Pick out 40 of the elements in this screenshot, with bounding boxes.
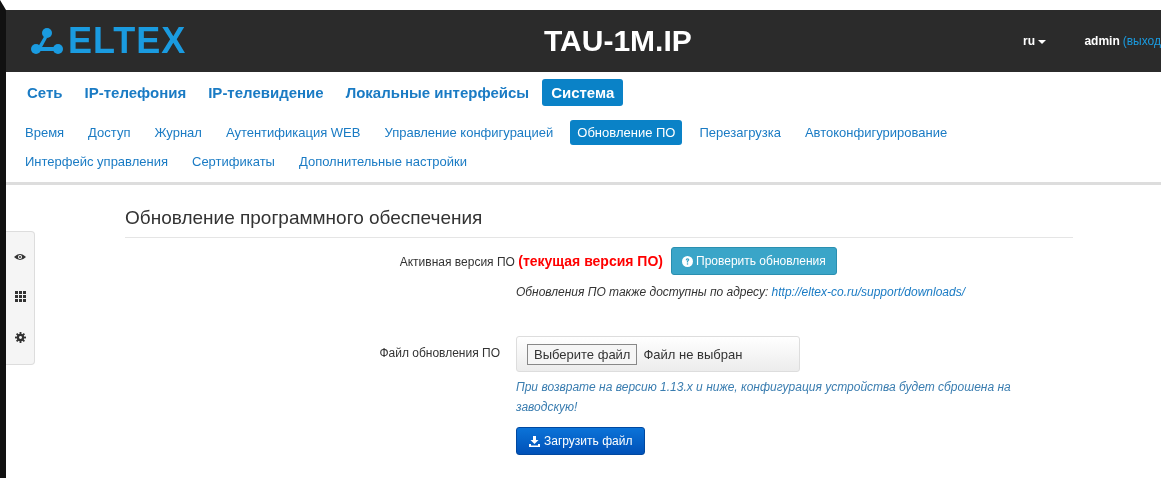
- check-updates-button[interactable]: Проверить обновления: [671, 247, 837, 275]
- upload-button[interactable]: Загрузить файл: [516, 427, 646, 455]
- sub-tab[interactable]: Аутентификация WEB: [218, 120, 368, 145]
- sub-tab[interactable]: Управление конфигурацией: [377, 120, 561, 145]
- main-tab[interactable]: Система: [542, 79, 624, 106]
- field-label: Файл обновления ПО: [379, 346, 500, 360]
- device-title: TAU-1M.IP: [543, 24, 693, 58]
- sub-tab[interactable]: Обновление ПО: [570, 120, 683, 145]
- sub-tab[interactable]: Автоконфигурирование: [797, 120, 955, 145]
- sub-tab[interactable]: Время: [18, 120, 72, 145]
- sub-tab[interactable]: Перезагрузка: [692, 120, 788, 145]
- settings-icon[interactable]: [14, 332, 26, 343]
- sub-tab[interactable]: Дополнительные настройки: [291, 149, 474, 174]
- logo-text: ELTEX: [68, 20, 187, 62]
- logout-link[interactable]: (выход: [1122, 34, 1161, 48]
- grid-icon[interactable]: [14, 291, 26, 302]
- sub-tab[interactable]: Журнал: [147, 120, 209, 145]
- logo-icon: [30, 27, 64, 55]
- hint-text: Обновления ПО также доступны по адресу: http://eltex-co.ru/support/downloads/: [516, 285, 966, 299]
- choose-file-button[interactable]: Выберите файл: [527, 343, 638, 365]
- file-status: Файл не выбран: [643, 346, 743, 362]
- field-label: Активная версия ПО: [399, 255, 515, 269]
- main-tab[interactable]: Сеть: [18, 79, 72, 106]
- download-icon: [529, 435, 540, 447]
- file-input[interactable]: Выберите файл Файл не выбран: [516, 336, 800, 372]
- sub-tab[interactable]: Доступ: [81, 120, 138, 145]
- downloads-link[interactable]: http://eltex-co.ru/support/downloads/: [771, 285, 966, 299]
- question-icon: [682, 255, 693, 267]
- sub-tab[interactable]: Интерфейс управления: [18, 149, 175, 174]
- warning-text: При возврате на версию 1.13.x и ниже, конфигурация устройства будет сброшена на заводскую!: [516, 379, 1012, 416]
- main-tab[interactable]: IP-телевидение: [199, 79, 333, 106]
- version-value: (текущая версия ПО): [518, 253, 663, 269]
- eye-icon[interactable]: [14, 253, 26, 261]
- main-tab[interactable]: IP-телефония: [75, 79, 196, 106]
- main-tab[interactable]: Локальные интерфейсы: [336, 79, 539, 106]
- caret-icon: [1038, 39, 1047, 44]
- language-dropdown[interactable]: ru: [1023, 34, 1047, 48]
- sub-tab[interactable]: Сертификаты: [185, 149, 282, 174]
- user-name: admin: [1084, 34, 1120, 48]
- section-title: Обновление программного обеспечения: [125, 185, 1073, 238]
